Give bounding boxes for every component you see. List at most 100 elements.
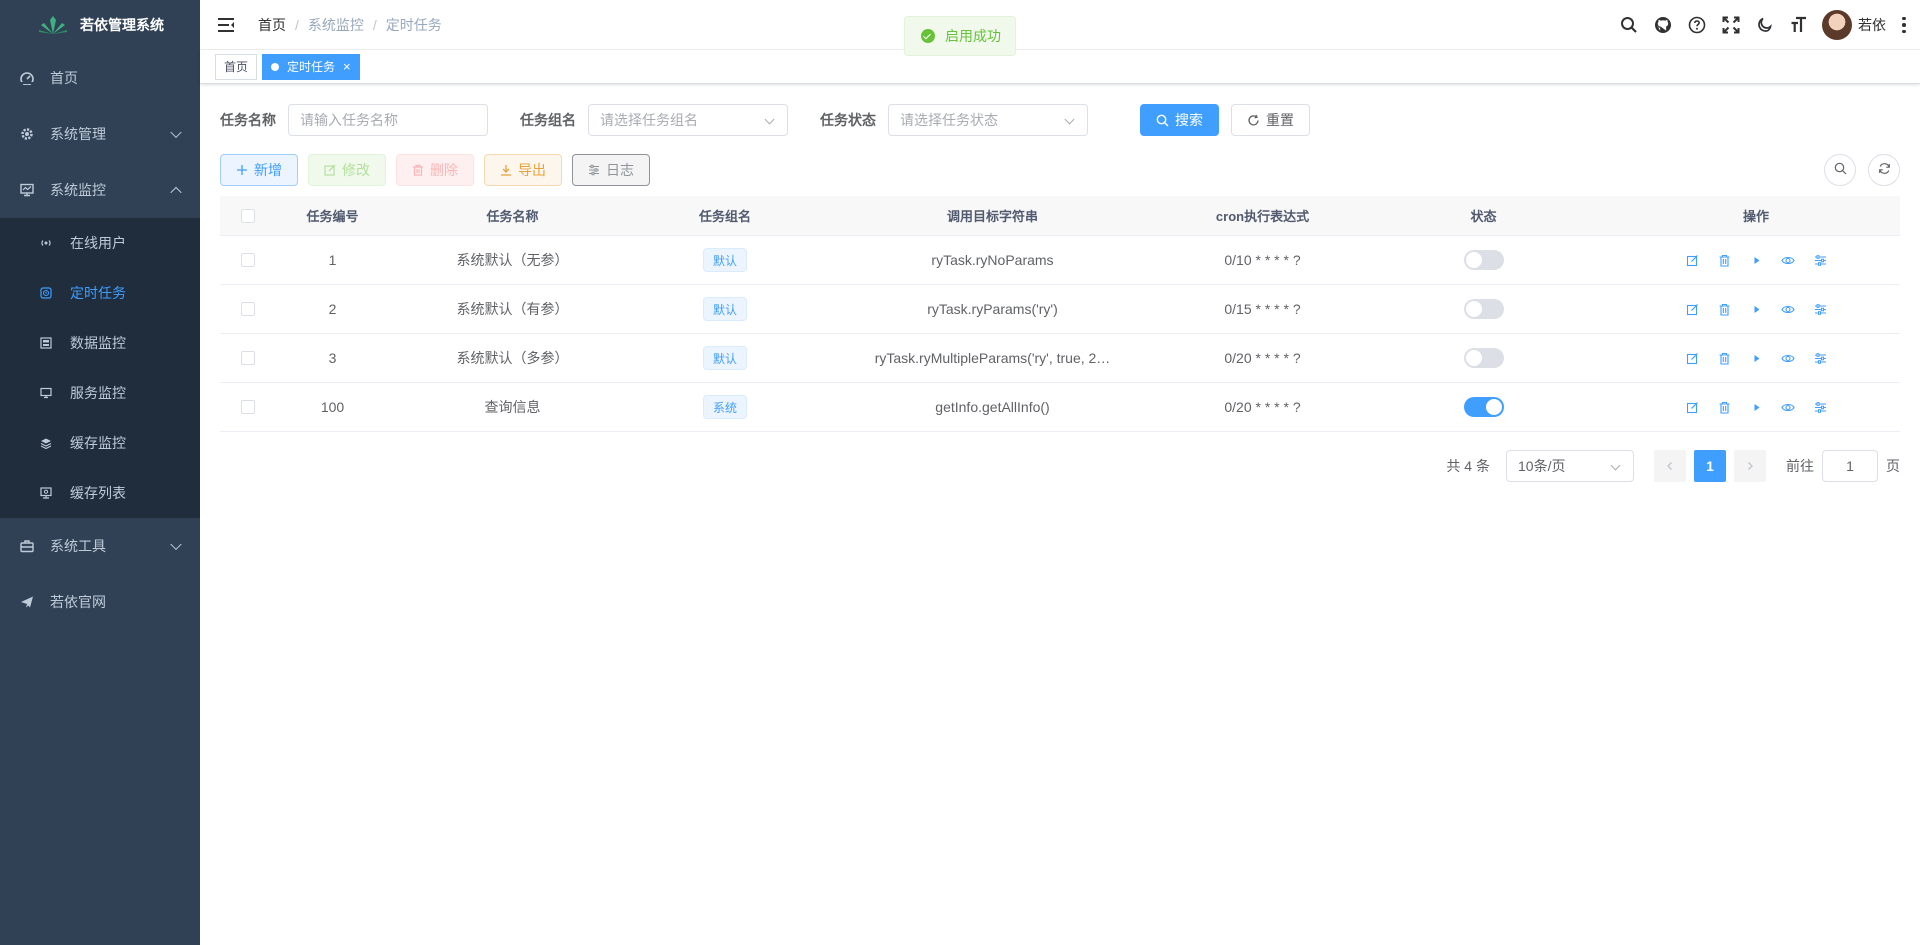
close-icon[interactable]: ×: [343, 59, 351, 74]
job-name-input[interactable]: 请输入任务名称: [288, 104, 488, 136]
trash-icon[interactable]: [1716, 252, 1732, 268]
chevron-up-icon: [170, 186, 182, 199]
tag-jobs[interactable]: 定时任务 ×: [262, 53, 360, 80]
operation-icon[interactable]: [1812, 399, 1828, 415]
font-size-icon[interactable]: [1789, 15, 1809, 35]
job-group-tag: 默认: [702, 297, 747, 321]
page-number-button[interactable]: 1: [1694, 450, 1726, 482]
sidebar-item-monitor[interactable]: 系统监控: [0, 162, 200, 218]
trash-icon[interactable]: [1716, 399, 1732, 415]
hamburger-icon[interactable]: [216, 15, 236, 35]
eye-icon[interactable]: [1780, 301, 1796, 317]
check-circle-icon: [921, 29, 935, 43]
edit-button[interactable]: 修改: [308, 154, 386, 186]
status-switch[interactable]: [1463, 397, 1504, 417]
sidebar-item-online-users[interactable]: 在线用户: [0, 218, 200, 268]
search-button-label: 搜索: [1175, 112, 1203, 128]
trash-icon[interactable]: [1716, 301, 1732, 317]
eye-icon[interactable]: [1780, 350, 1796, 366]
prev-page-button[interactable]: [1654, 450, 1686, 482]
fullscreen-icon[interactable]: [1721, 15, 1741, 35]
sidebar-item-cache-list[interactable]: 缓存列表: [0, 468, 200, 518]
search-button[interactable]: 搜索: [1140, 104, 1219, 136]
row-checkbox[interactable]: [240, 351, 255, 365]
trash-icon[interactable]: [1716, 350, 1732, 366]
sidebar-item-label: 系统监控: [50, 182, 106, 198]
job-id-cell: 100: [320, 399, 345, 415]
edit-icon[interactable]: [1684, 252, 1700, 268]
help-icon[interactable]: [1687, 15, 1707, 35]
sidebar-item-tools[interactable]: 系统工具: [0, 518, 200, 574]
page-size-select[interactable]: 10条/页: [1506, 450, 1634, 482]
status-switch[interactable]: [1463, 299, 1504, 319]
log-button[interactable]: 日志: [572, 154, 650, 186]
play-icon[interactable]: [1748, 399, 1764, 415]
play-icon[interactable]: [1748, 350, 1764, 366]
sidebar-item-system[interactable]: 系统管理: [0, 106, 200, 162]
chevron-down-icon: [1064, 114, 1075, 125]
job-name-placeholder: 请输入任务名称: [300, 112, 398, 128]
sidebar-item-label: 定时任务: [70, 285, 126, 301]
user-name[interactable]: 若依: [1858, 15, 1886, 35]
delete-button[interactable]: 删除: [396, 154, 474, 186]
edit-icon[interactable]: [1684, 350, 1700, 366]
goto-page-input[interactable]: 1: [1822, 450, 1878, 482]
job-name-cell: 系统默认（多参）: [456, 350, 569, 366]
monitor-submenu: 在线用户 定时任务 数据监控 服务监控 缓存监控 缓存列表: [0, 218, 200, 518]
status-switch[interactable]: [1463, 348, 1504, 368]
eye-icon[interactable]: [1780, 252, 1796, 268]
sidebar-item-label: 服务监控: [70, 385, 126, 401]
actions-cell: [1612, 301, 1900, 317]
status-switch[interactable]: [1463, 250, 1504, 270]
sidebar-item-cache-monitor[interactable]: 缓存监控: [0, 418, 200, 468]
row-checkbox[interactable]: [240, 253, 255, 267]
main-content: 任务名称 请输入任务名称 任务组名 请选择任务组名 任务状态 请选择任务状态 搜…: [200, 84, 1920, 945]
sidebar-item-data-monitor[interactable]: 数据监控: [0, 318, 200, 368]
breadcrumb-item[interactable]: 首页: [258, 15, 286, 35]
moon-icon[interactable]: [1755, 15, 1775, 35]
tag-home[interactable]: 首页: [215, 53, 258, 80]
row-select-cell: [220, 302, 275, 316]
success-toast: 启用成功: [904, 16, 1016, 56]
logo[interactable]: 若依管理系统: [0, 0, 200, 50]
sidebar-item-server-monitor[interactable]: 服务监控: [0, 368, 200, 418]
edit-icon[interactable]: [1684, 399, 1700, 415]
eye-icon[interactable]: [1780, 399, 1796, 415]
row-actions: [1684, 301, 1828, 317]
sidebar-item-label: 首页: [50, 70, 78, 86]
table-row: 100 查询信息 系统 getInfo.getAllInfo() 0/20 * …: [220, 383, 1900, 432]
github-icon[interactable]: [1653, 15, 1673, 35]
operation-icon[interactable]: [1812, 301, 1828, 317]
search-icon[interactable]: [1619, 15, 1639, 35]
sidebar-item-website[interactable]: 若依官网: [0, 574, 200, 630]
play-icon[interactable]: [1748, 252, 1764, 268]
toggle-search-button[interactable]: [1824, 154, 1856, 186]
row-checkbox[interactable]: [240, 400, 255, 414]
job-group-select[interactable]: 请选择任务组名: [588, 104, 788, 136]
sidebar-item-jobs[interactable]: 定时任务: [0, 268, 200, 318]
export-button[interactable]: 导出: [484, 154, 562, 186]
job-name-cell: 查询信息: [484, 399, 541, 415]
job-id-cell: 1: [328, 252, 337, 268]
refresh-table-button[interactable]: [1868, 154, 1900, 186]
operation-icon[interactable]: [1812, 252, 1828, 268]
edit-icon[interactable]: [1684, 301, 1700, 317]
avatar[interactable]: [1822, 10, 1852, 40]
select-all-checkbox[interactable]: [240, 208, 255, 223]
reset-button[interactable]: 重置: [1231, 104, 1310, 136]
add-button[interactable]: 新增: [220, 154, 298, 186]
play-icon[interactable]: [1748, 301, 1764, 317]
sidebar-item-home[interactable]: 首页: [0, 50, 200, 106]
table-header: 任务编号 任务名称 任务组名 调用目标字符串 cron执行表达式 状态 操作: [220, 196, 1900, 236]
cron-cell: 0/15 * * * * ?: [1224, 301, 1301, 317]
column-header: 状态: [1470, 209, 1497, 224]
next-page-button[interactable]: [1734, 450, 1766, 482]
job-group-cell: 默认: [635, 297, 815, 321]
row-checkbox[interactable]: [240, 302, 255, 316]
job-status-select[interactable]: 请选择任务状态: [888, 104, 1088, 136]
job-group-placeholder: 请选择任务组名: [600, 112, 698, 128]
more-vertical-icon[interactable]: [1896, 15, 1912, 35]
search-icon: [1834, 162, 1847, 178]
operation-icon[interactable]: [1812, 350, 1828, 366]
redis-list-icon: [40, 487, 52, 499]
